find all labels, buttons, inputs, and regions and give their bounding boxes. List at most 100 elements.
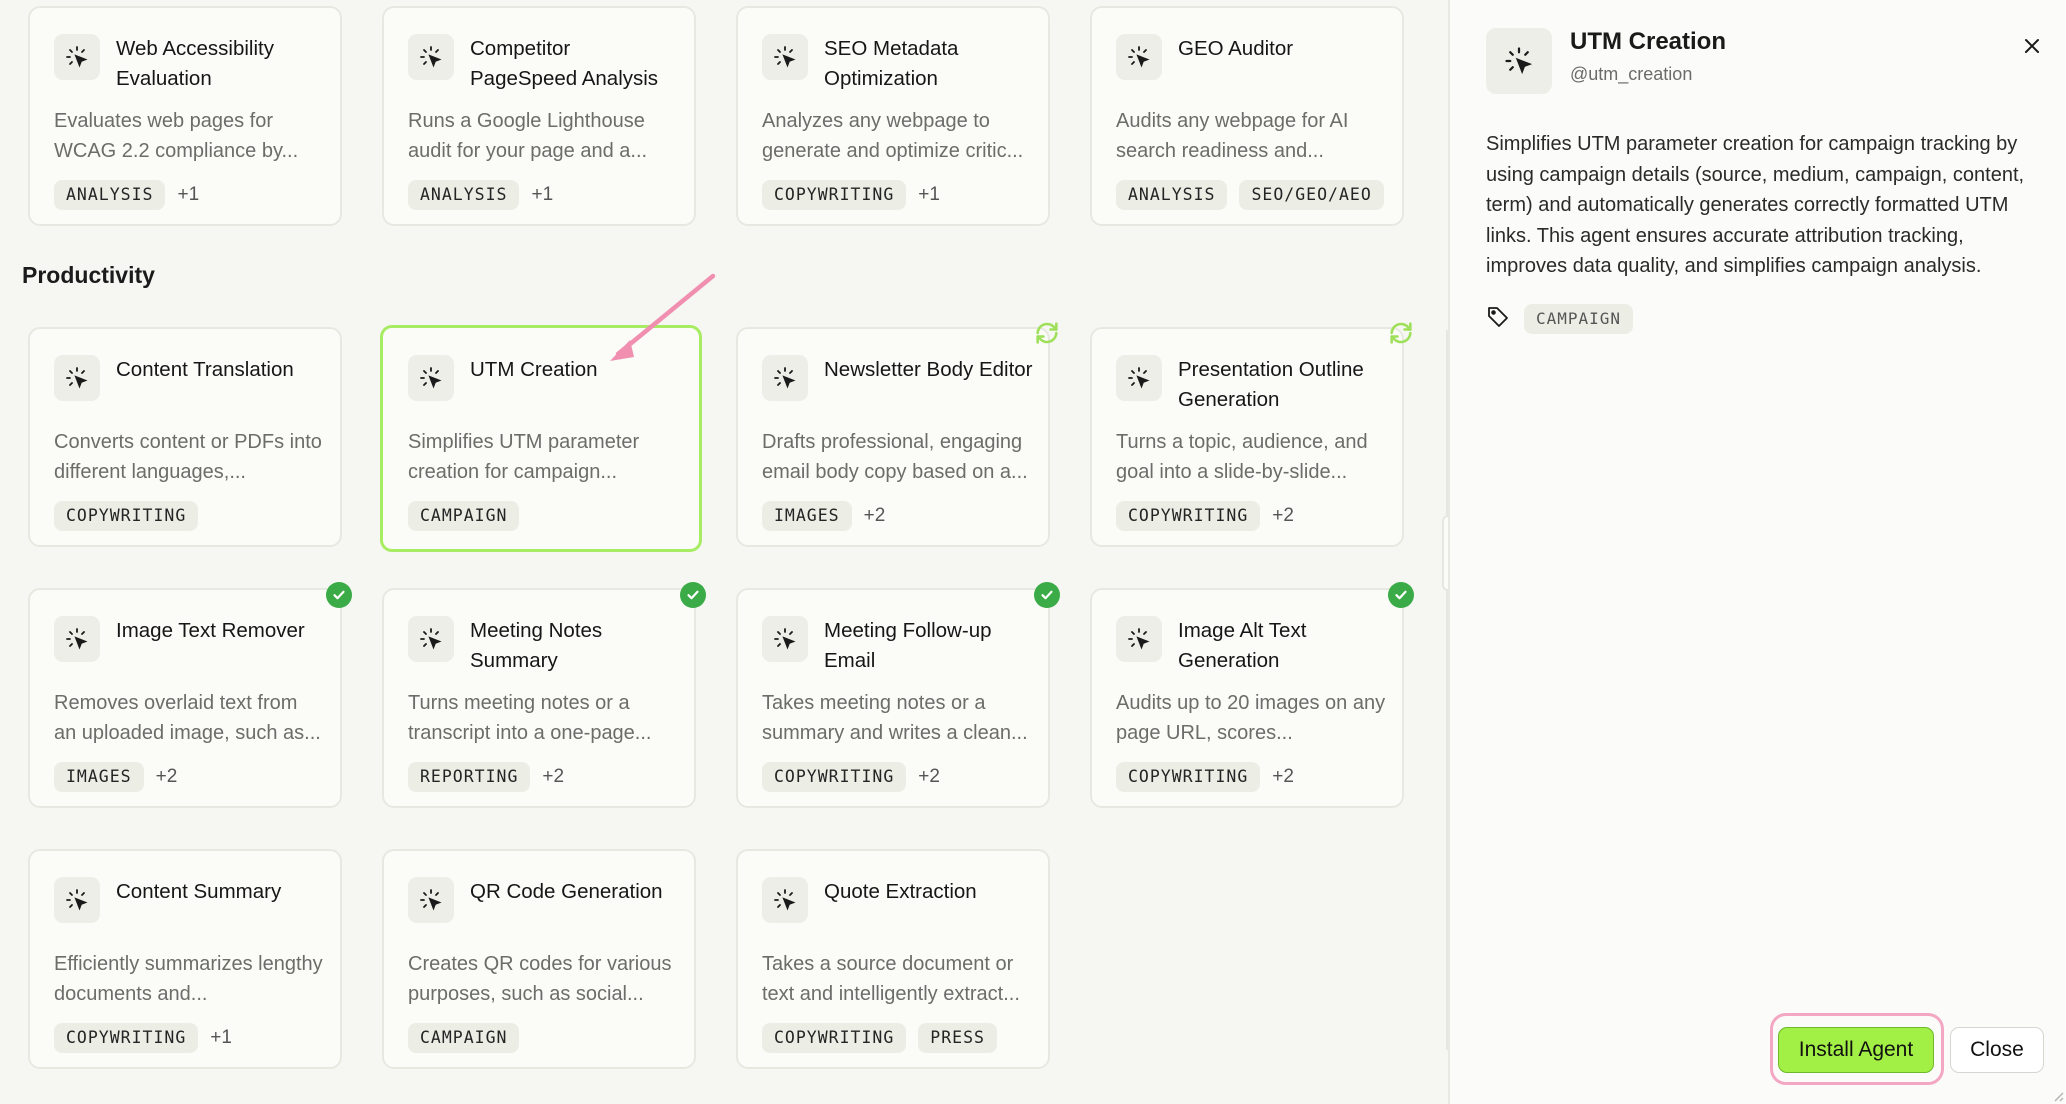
cursor-click-icon	[1486, 28, 1552, 94]
more-tags-count: +2	[1272, 766, 1294, 787]
card-title: Competitor PageSpeed Analysis	[470, 37, 659, 90]
card-description: Drafts professional, engaging email body…	[762, 431, 1028, 483]
tag-badge: ANALYSIS	[54, 180, 166, 210]
card-title: Presentation Outline Generation	[1178, 358, 1364, 411]
card-description: Efficiently summarizes lengthy documents…	[54, 953, 323, 1005]
tag-icon	[1486, 305, 1510, 334]
check-circle-icon	[1034, 582, 1060, 608]
card-tags: COPYWRITING +2	[1116, 501, 1294, 531]
tag-badge: CAMPAIGN	[408, 501, 520, 531]
card-description: Turns meeting notes or a transcript into…	[408, 692, 652, 744]
card-tags: CAMPAIGN	[408, 1023, 520, 1053]
resize-grip-icon	[2054, 1092, 2064, 1102]
agent-card-content-summary[interactable]: Content Summary Efficiently summarizes l…	[28, 849, 342, 1069]
card-tags: COPYWRITING	[54, 501, 199, 531]
cursor-click-icon	[762, 34, 808, 80]
close-button[interactable]: Close	[1950, 1027, 2044, 1073]
agent-card-web-accessibility-evaluation[interactable]: Web Accessibility Evaluation Evaluates w…	[28, 6, 342, 226]
cursor-click-icon	[54, 355, 100, 401]
close-icon[interactable]	[2020, 34, 2044, 58]
card-title: Newsletter Body Editor	[824, 358, 1033, 381]
sync-icon	[1387, 319, 1415, 347]
card-tags: CAMPAIGN	[408, 501, 520, 531]
agent-card-geo-auditor[interactable]: GEO Auditor Audits any webpage for AI se…	[1090, 6, 1404, 226]
cursor-click-icon	[408, 34, 454, 80]
cursor-click-icon	[762, 616, 808, 662]
card-title: Web Accessibility Evaluation	[116, 37, 274, 90]
tag-badge: CAMPAIGN	[408, 1023, 520, 1053]
card-title: Quote Extraction	[824, 880, 977, 903]
card-tags: IMAGES +2	[762, 501, 885, 531]
sync-icon	[1033, 319, 1061, 347]
tag-badge: COPYWRITING	[1116, 501, 1261, 531]
card-description: Converts content or PDFs into different …	[54, 431, 322, 483]
tag-badge: PRESS	[918, 1023, 997, 1053]
agent-catalog: Web Accessibility Evaluation Evaluates w…	[0, 0, 1458, 1104]
card-description: Analyzes any webpage to generate and opt…	[762, 110, 1024, 162]
panel-description: Simplifies UTM parameter creation for ca…	[1486, 133, 2025, 277]
install-agent-button[interactable]: Install Agent	[1778, 1027, 1934, 1073]
cursor-click-icon	[1116, 355, 1162, 401]
agent-card-image-text-remover[interactable]: Image Text Remover Removes overlaid text…	[28, 588, 342, 808]
agent-card-competitor-pagespeed-analysis[interactable]: Competitor PageSpeed Analysis Runs a Goo…	[382, 6, 696, 226]
agent-card-newsletter-body-editor[interactable]: Newsletter Body Editor Drafts profession…	[736, 327, 1050, 547]
tag-badge: COPYWRITING	[762, 180, 907, 210]
card-description: Evaluates web pages for WCAG 2.2 complia…	[54, 110, 299, 162]
check-circle-icon	[680, 582, 706, 608]
tag-badge: COPYWRITING	[762, 762, 907, 792]
card-tags: ANALYSIS +1	[54, 180, 199, 210]
tag-badge: CAMPAIGN	[1524, 304, 1634, 334]
agent-card-image-alt-text-generation[interactable]: Image Alt Text Generation Audits up to 2…	[1090, 588, 1404, 808]
card-description: Runs a Google Lighthouse audit for your …	[408, 110, 648, 162]
card-description: Creates QR codes for various purposes, s…	[408, 953, 672, 1005]
more-tags-count: +1	[918, 184, 940, 205]
tag-badge: COPYWRITING	[1116, 762, 1261, 792]
more-tags-count: +2	[155, 766, 178, 787]
card-description: Takes a source document or text and inte…	[762, 953, 1020, 1005]
more-tags-count: +2	[542, 766, 565, 787]
tag-badge: SEO/GEO/AEO	[1239, 180, 1384, 210]
card-title: Content Translation	[116, 358, 294, 381]
card-description: Audits up to 20 images on any page URL, …	[1116, 692, 1386, 744]
tag-badge: ANALYSIS	[408, 180, 520, 210]
more-tags-count: +2	[1272, 505, 1294, 526]
agent-card-presentation-outline-generation[interactable]: Presentation Outline Generation Turns a …	[1090, 327, 1404, 547]
tag-badge: IMAGES	[54, 762, 144, 792]
tag-badge: IMAGES	[762, 501, 852, 531]
agent-card-meeting-follow-up-email[interactable]: Meeting Follow-up Email Takes meeting no…	[736, 588, 1050, 808]
tag-badge: COPYWRITING	[762, 1023, 907, 1053]
check-circle-icon	[326, 582, 352, 608]
tag-badge: COPYWRITING	[54, 501, 199, 531]
agent-card-meeting-notes-summary[interactable]: Meeting Notes Summary Turns meeting note…	[382, 588, 696, 808]
cursor-click-icon	[762, 355, 808, 401]
card-tags: COPYWRITING +1	[762, 180, 940, 210]
card-description: Simplifies UTM parameter creation for ca…	[408, 431, 640, 483]
card-tags: REPORTING +2	[408, 762, 564, 792]
card-title: Image Alt Text Generation	[1178, 619, 1307, 672]
agent-card-quote-extraction[interactable]: Quote Extraction Takes a source document…	[736, 849, 1050, 1069]
more-tags-count: +2	[863, 505, 886, 526]
card-tags: COPYWRITING +1	[54, 1023, 232, 1053]
cursor-click-icon	[54, 877, 100, 923]
tag-badge: REPORTING	[408, 762, 531, 792]
more-tags-count: +1	[177, 184, 200, 205]
cursor-click-icon	[54, 616, 100, 662]
cursor-click-icon	[408, 877, 454, 923]
agent-card-qr-code-generation[interactable]: QR Code Generation Creates QR codes for …	[382, 849, 696, 1069]
card-tags: COPYWRITING +2	[762, 762, 940, 792]
card-title: Image Text Remover	[116, 619, 305, 642]
cursor-click-icon	[762, 877, 808, 923]
card-title: GEO Auditor	[1178, 37, 1294, 60]
agent-card-content-translation[interactable]: Content Translation Converts content or …	[28, 327, 342, 547]
more-tags-count: +1	[210, 1027, 232, 1048]
panel-tags: CAMPAIGN	[1486, 304, 1634, 334]
card-description: Audits any webpage for AI search readine…	[1116, 110, 1349, 162]
cursor-click-icon	[1116, 34, 1162, 80]
cursor-click-icon	[54, 34, 100, 80]
card-description: Turns a topic, audience, and goal into a…	[1116, 431, 1368, 483]
card-description: Takes meeting notes or a summary and wri…	[762, 692, 1028, 744]
tag-badge: ANALYSIS	[1116, 180, 1228, 210]
more-tags-count: +2	[918, 766, 940, 787]
cursor-click-icon	[1116, 616, 1162, 662]
agent-card-seo-metadata-optimization[interactable]: SEO Metadata Optimization Analyzes any w…	[736, 6, 1050, 226]
